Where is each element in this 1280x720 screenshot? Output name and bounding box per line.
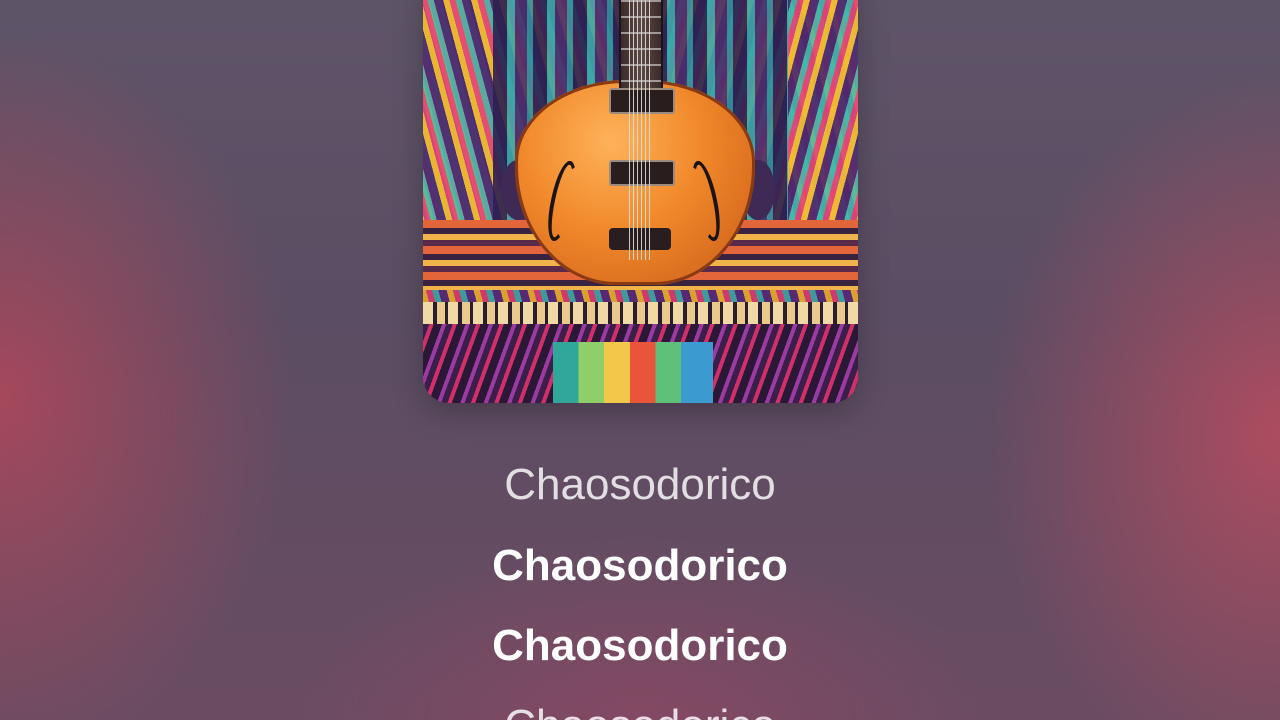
- lyric-line-past[interactable]: Chaosodorico: [0, 459, 1280, 511]
- artwork-rainbow-stripes: [553, 342, 713, 403]
- guitar-strings: [629, 0, 651, 260]
- lyric-line-current[interactable]: Chaosodorico: [0, 620, 1280, 672]
- lyric-line-current[interactable]: Chaosodorico: [0, 540, 1280, 592]
- artwork-piano-keys: [423, 302, 858, 324]
- album-artwork[interactable]: [423, 0, 858, 403]
- lyric-line-upcoming[interactable]: Chaosodorico: [0, 700, 1280, 720]
